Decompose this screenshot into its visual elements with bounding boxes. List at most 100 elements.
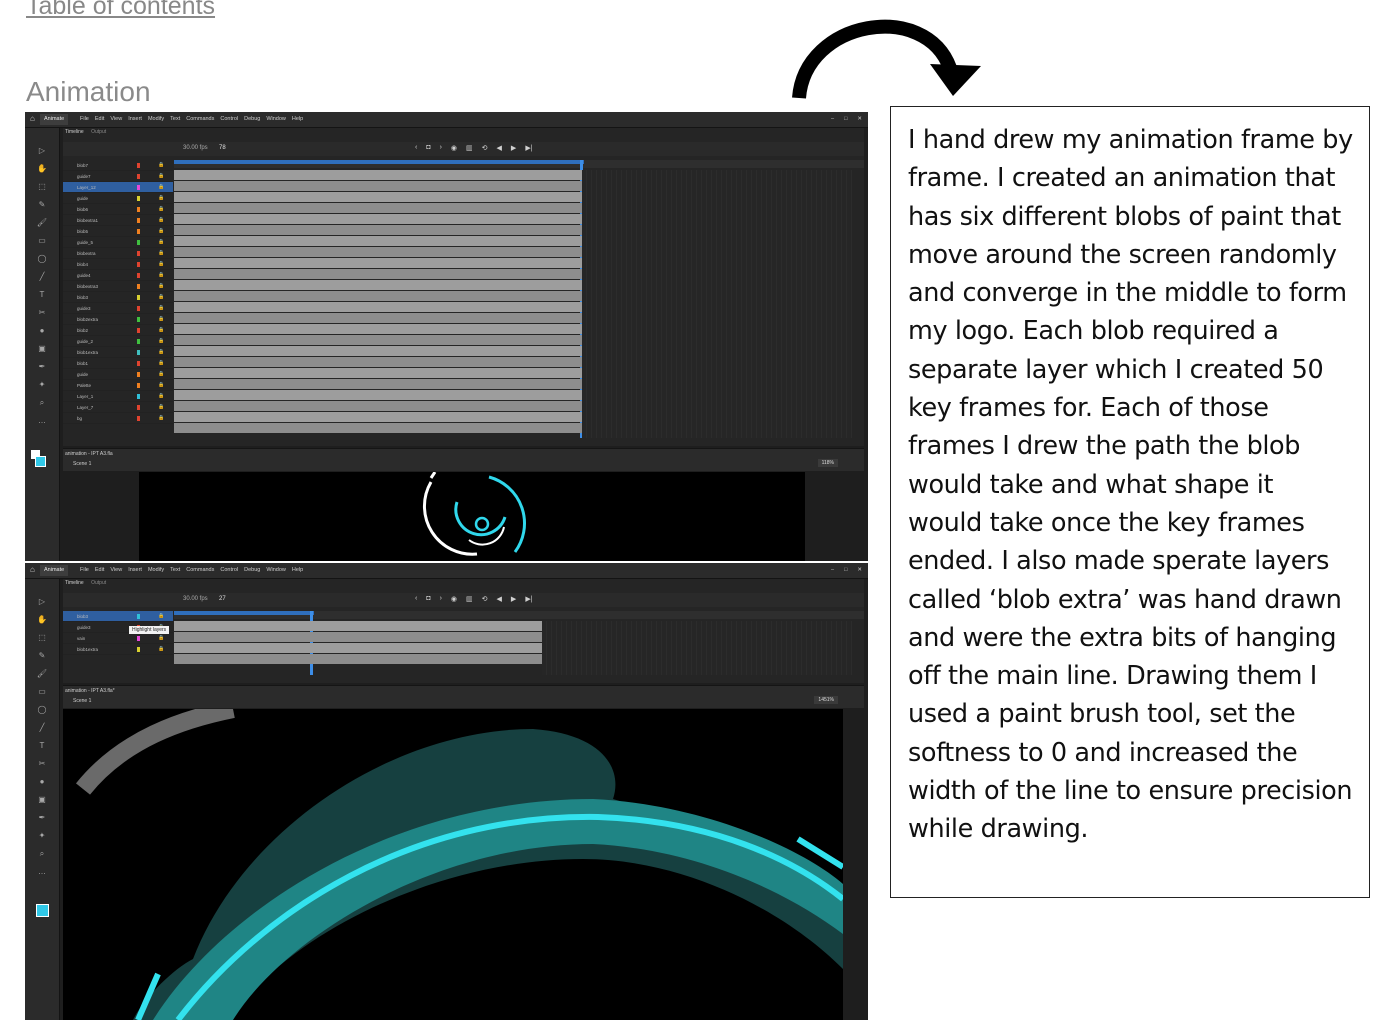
paint-bucket-tool-icon[interactable]: ● — [35, 777, 49, 787]
lock-icon[interactable]: 🔒 — [158, 314, 164, 325]
frame-span[interactable] — [174, 192, 583, 202]
stage-canvas[interactable] — [139, 472, 805, 561]
layer-color-swatch[interactable] — [137, 251, 140, 256]
layer-color-swatch[interactable] — [137, 218, 140, 223]
menu-help[interactable]: Help — [292, 115, 303, 123]
frame-span[interactable] — [174, 225, 583, 235]
lock-icon[interactable]: 🔒 — [158, 215, 164, 226]
layer-row[interactable]: blob1 🔒 — [63, 358, 173, 369]
lock-icon[interactable]: 🔒 — [158, 248, 164, 259]
transform-tool-icon[interactable]: ⬚ — [35, 633, 49, 643]
rectangle-tool-icon[interactable]: ▭ — [35, 236, 49, 246]
layer-row[interactable]: blob1extra 🔒 — [63, 347, 173, 358]
layer-color-swatch[interactable] — [137, 229, 140, 234]
menu-modify[interactable]: Modify — [148, 566, 164, 574]
lock-icon[interactable]: 🔒 — [158, 369, 164, 380]
frame-span[interactable] — [174, 236, 583, 246]
more-tools-icon[interactable]: … — [35, 867, 49, 877]
lock-icon[interactable]: 🔒 — [158, 391, 164, 402]
oval-tool-icon[interactable]: ◯ — [35, 705, 49, 715]
menu-file[interactable]: File — [80, 566, 89, 574]
forward-icon[interactable]: ▶| — [525, 595, 532, 603]
layer-color-swatch[interactable] — [137, 185, 140, 190]
frames-grid[interactable] — [174, 160, 864, 438]
close-icon[interactable]: ✕ — [857, 566, 862, 574]
camera-tool-icon[interactable]: ▣ — [35, 344, 49, 354]
lock-icon[interactable]: 🔒 — [158, 347, 164, 358]
fps-readout[interactable]: 30.00 fps — [183, 596, 208, 602]
layer-color-swatch[interactable] — [137, 394, 140, 399]
minimize-icon[interactable]: – — [831, 566, 834, 574]
layer-row[interactable]: guide4 🔒 — [63, 270, 173, 281]
camera-tool-icon[interactable]: ▣ — [35, 795, 49, 805]
layer-row[interactable]: guide 🔒 — [63, 369, 173, 380]
layer-row[interactable]: blob4 🔒 — [63, 259, 173, 270]
edit-frames-icon[interactable]: ▥ — [466, 144, 473, 152]
close-icon[interactable]: ✕ — [857, 115, 862, 123]
menu-debug[interactable]: Debug — [244, 115, 260, 123]
frame-span[interactable] — [174, 258, 583, 268]
layer-row[interactable]: blob6 🔒 — [63, 204, 173, 215]
layer-color-swatch[interactable] — [137, 306, 140, 311]
lock-icon[interactable]: 🔒 — [158, 292, 164, 303]
layer-row[interactable]: vain 🔒 — [63, 633, 173, 644]
layer-color-swatch[interactable] — [137, 636, 140, 641]
rewind-icon[interactable]: ◀ — [497, 144, 502, 152]
frame-span[interactable] — [174, 302, 583, 312]
frame-span[interactable] — [174, 654, 543, 664]
paint-bucket-tool-icon[interactable]: ● — [35, 326, 49, 336]
tab-timeline[interactable]: Timeline — [65, 129, 84, 135]
lock-icon[interactable]: 🔒 — [158, 611, 164, 622]
forward-icon[interactable]: ▶| — [525, 144, 532, 152]
layer-color-swatch[interactable] — [137, 614, 140, 619]
frame-span[interactable] — [174, 621, 543, 631]
frame-span[interactable] — [174, 247, 583, 257]
empty-frames[interactable] — [582, 170, 852, 438]
layer-row[interactable]: blob3 🔒 — [63, 611, 173, 622]
layer-color-swatch[interactable] — [137, 284, 140, 289]
eraser-tool-icon[interactable]: ✂ — [35, 759, 49, 769]
text-tool-icon[interactable]: T — [35, 290, 49, 300]
lock-icon[interactable]: 🔒 — [158, 325, 164, 336]
table-of-contents-link[interactable]: Table of contents — [26, 0, 215, 21]
layer-row[interactable]: blobextra3 🔒 — [63, 281, 173, 292]
layer-color-swatch[interactable] — [137, 295, 140, 300]
menu-control[interactable]: Control — [220, 566, 238, 574]
frame-span[interactable] — [174, 214, 583, 224]
document-tab[interactable]: animation - IPT A3.fla* — [65, 688, 115, 694]
edit-frames-icon[interactable]: ▥ — [466, 595, 473, 603]
selection-tool-icon[interactable]: ▷ — [35, 146, 49, 156]
scene-selector[interactable]: Scene 1 — [73, 461, 91, 467]
zoom-level[interactable]: 1451% — [814, 696, 838, 704]
lock-icon[interactable]: 🔒 — [158, 303, 164, 314]
layer-row[interactable]: blobextra 🔒 — [63, 248, 173, 259]
layer-color-swatch[interactable] — [137, 405, 140, 410]
lock-icon[interactable]: 🔒 — [158, 204, 164, 215]
frame-span[interactable] — [174, 335, 583, 345]
menu-view[interactable]: View — [110, 115, 122, 123]
frame-span[interactable] — [174, 412, 583, 422]
insert-keyframe-icon[interactable]: ◘ — [426, 144, 430, 152]
tab-output[interactable]: Output — [91, 580, 106, 586]
brush-tool-icon[interactable]: 🖌 — [35, 669, 49, 679]
menu-control[interactable]: Control — [220, 115, 238, 123]
layer-row[interactable]: blob7 🔒 — [63, 160, 173, 171]
menu-insert[interactable]: Insert — [128, 115, 142, 123]
layer-row[interactable]: blob5 🔒 — [63, 226, 173, 237]
frame-span[interactable] — [174, 368, 583, 378]
layer-row[interactable]: guide3 🔒 — [63, 303, 173, 314]
layer-row[interactable]: Layer_1 🔒 — [63, 391, 173, 402]
lock-icon[interactable]: 🔒 — [158, 193, 164, 204]
transform-tool-icon[interactable]: ⬚ — [35, 182, 49, 192]
frame-span[interactable] — [174, 280, 583, 290]
menu-edit[interactable]: Edit — [95, 115, 104, 123]
home-icon[interactable]: ⌂ — [30, 115, 35, 123]
layer-color-swatch[interactable] — [137, 163, 140, 168]
layer-row[interactable]: blobextra1 🔒 — [63, 215, 173, 226]
frame-number[interactable]: 27 — [219, 596, 226, 602]
menu-edit[interactable]: Edit — [95, 566, 104, 574]
frame-span[interactable] — [174, 346, 583, 356]
lock-icon[interactable]: 🔒 — [158, 281, 164, 292]
layer-row[interactable]: guide_5 🔒 — [63, 237, 173, 248]
frame-span[interactable] — [174, 390, 583, 400]
